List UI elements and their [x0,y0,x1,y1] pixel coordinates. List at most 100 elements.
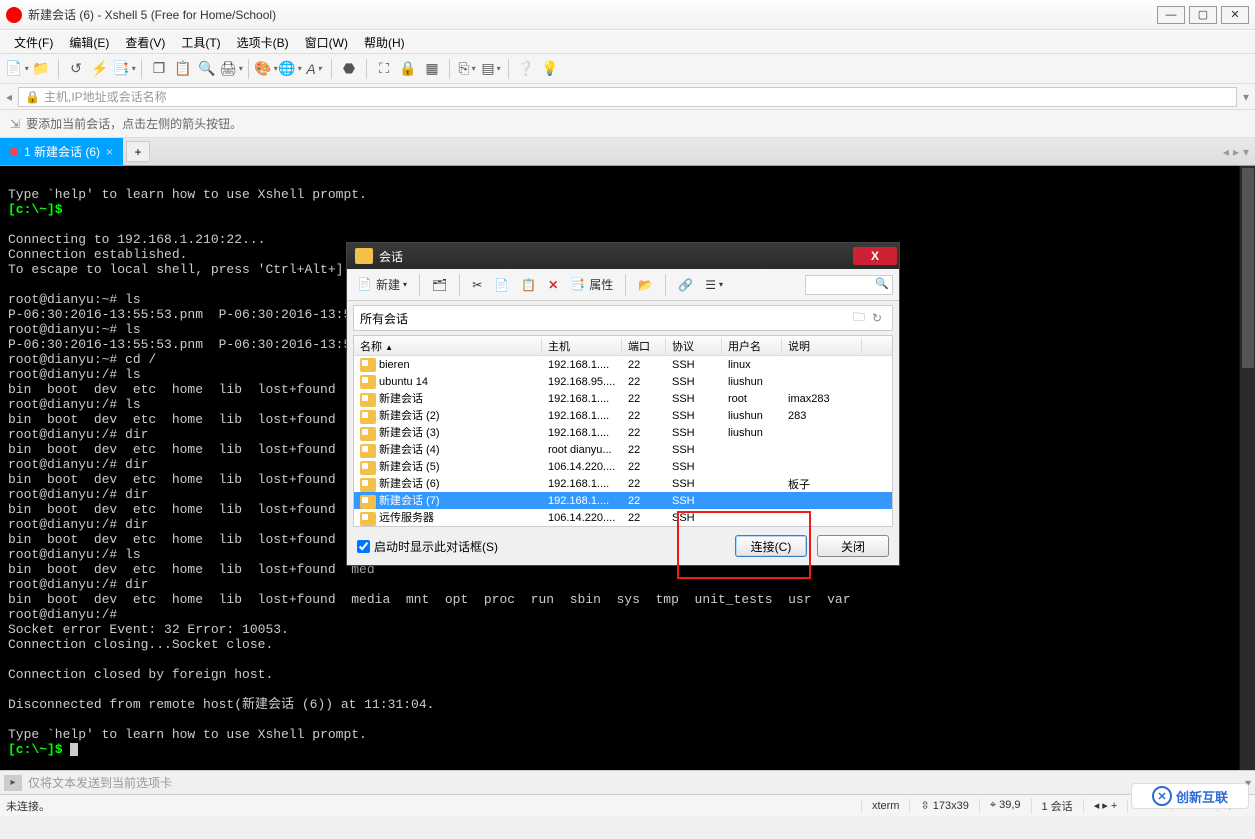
tab-strip: 1 新建会话 (6) × + ◂ ▸ ▾ [0,138,1255,166]
font-icon[interactable]: A [303,58,325,80]
status-connection: 未连接。 [6,798,50,814]
find-icon[interactable]: 🔍 [196,58,218,80]
menu-edit[interactable]: 编辑(E) [61,31,117,54]
col-host[interactable]: 主机 [542,338,622,354]
connect-button[interactable]: 连接(C) [735,535,807,557]
properties-button[interactable]: 📑属性 [566,274,617,295]
tips-icon[interactable]: 💡 [539,58,561,80]
status-nav2-icon[interactable]: ▸ [1102,800,1108,812]
browse-icon[interactable]: 🗀 [850,310,868,326]
paste-icon[interactable]: 📋 [517,276,540,294]
status-nav3-icon[interactable]: + [1111,800,1117,812]
maximize-button[interactable]: ▢ [1189,6,1217,24]
terminal-scrollbar[interactable] [1239,166,1255,770]
props-icon: 📑 [570,277,586,293]
print-icon[interactable]: 🖨 [220,58,242,80]
shortcut-icon[interactable]: 🔗 [674,276,697,294]
paste-icon[interactable]: 📋 [172,58,194,80]
dialog-title: 会话 [379,248,853,265]
sessions-list: 名称 ▲ 主机 端口 协议 用户名 说明 bieren192.168.1....… [353,335,893,527]
menu-help[interactable]: 帮助(H) [356,31,413,54]
menu-window[interactable]: 窗口(W) [297,31,356,54]
tab-left-icon[interactable]: ◂ [1223,145,1229,159]
session-row[interactable]: bieren192.168.1....22SSHlinux [354,356,892,373]
window-titlebar: 新建会话 (6) - Xshell 5 (Free for Home/Schoo… [0,0,1255,30]
menu-tabs[interactable]: 选项卡(B) [229,31,297,54]
script-icon[interactable]: ⬣ [338,58,360,80]
menu-file[interactable]: 文件(F) [6,31,61,54]
session-row[interactable]: 新建会话 (6)192.168.1....22SSH板子 [354,475,892,492]
show-on-start-checkbox[interactable]: 启动时显示此对话框(S) [357,538,498,555]
tab-right-icon[interactable]: ▸ [1233,145,1239,159]
session-row[interactable]: ubuntu 14192.168.95....22SSHliushun [354,373,892,390]
col-name[interactable]: 名称 ▲ [354,338,542,354]
encoding-icon[interactable]: 🌐 [279,58,301,80]
col-proto[interactable]: 协议 [666,338,722,354]
cmd-target-icon[interactable]: ▸ [4,775,22,791]
session-row[interactable]: 新建会话192.168.1....22SSHrootimax283 [354,390,892,407]
copy-icon[interactable]: 📄 [490,276,513,294]
session-row[interactable]: 新建会话 (7)192.168.1....22SSH [354,492,892,509]
transfer-icon[interactable]: ⎘ [456,58,478,80]
transparent-icon[interactable]: ▦ [421,58,443,80]
list-header[interactable]: 名称 ▲ 主机 端口 协议 用户名 说明 [354,336,892,356]
session-row[interactable]: 新建会话 (4)root dianyu...22SSH [354,441,892,458]
tab-session-6[interactable]: 1 新建会话 (6) × [0,138,123,165]
new-session-icon[interactable]: 📄 [6,58,28,80]
session-props-icon[interactable]: 📑 [113,58,135,80]
address-bar: ◂ 🔒 主机,IP地址或会话名称 ▾ [0,84,1255,110]
session-row[interactable]: 新建会话 (3)192.168.1....22SSHliushun [354,424,892,441]
cut-icon[interactable]: ✂ [468,276,486,294]
session-icon [360,393,376,407]
dialog-toolbar: 📄新建▾ 🗂 ✂ 📄 📋 ✕ 📑属性 📂 🔗 ☰▾ [347,269,899,301]
lock-small-icon: 🔒 [25,90,40,104]
tab-close-icon[interactable]: × [106,145,113,159]
addr-arrow-icon[interactable]: ◂ [6,90,12,104]
refresh-icon[interactable]: ↻ [868,310,886,326]
command-bar[interactable]: ▸ 仅将文本发送到当前选项卡 ▾ [0,770,1255,794]
dialog-titlebar[interactable]: 会话 X [347,243,899,269]
col-desc[interactable]: 说明 [782,338,862,354]
addr-dropdown-icon[interactable]: ▾ [1243,90,1249,104]
status-nav1-icon[interactable]: ◂ [1094,800,1100,812]
session-row[interactable]: 新建会话 (5)106.14.220....22SSH [354,458,892,475]
app-icon [6,7,22,23]
close-button[interactable]: ✕ [1221,6,1249,24]
help-icon[interactable]: ❔ [515,58,537,80]
view-mode-icon[interactable]: ☰▾ [701,276,727,294]
tab-label: 1 新建会话 (6) [24,143,100,160]
session-icon [360,495,376,509]
disconnect-icon[interactable]: ⚡ [89,58,111,80]
close-button[interactable]: 关闭 [817,535,889,557]
menu-view[interactable]: 查看(V) [117,31,173,54]
menubar: 文件(F) 编辑(E) 查看(V) 工具(T) 选项卡(B) 窗口(W) 帮助(… [0,30,1255,54]
dialog-search-input[interactable] [805,275,893,295]
status-term: xterm [861,800,910,812]
dialog-close-button[interactable]: X [853,247,897,265]
copy-icon[interactable]: ❐ [148,58,170,80]
show-on-start-input[interactable] [357,540,370,553]
color-scheme-icon[interactable]: 🎨 [255,58,277,80]
col-user[interactable]: 用户名 [722,338,782,354]
folder-tree-icon[interactable]: 🗂 [428,276,451,294]
session-row[interactable]: 新建会话 (2)192.168.1....22SSHliushun283 [354,407,892,424]
new-button[interactable]: 📄新建▾ [353,274,411,295]
dialog-path[interactable]: 所有会话 🗀 ↻ [353,305,893,331]
add-tab-button[interactable]: + [126,141,150,162]
menu-tools[interactable]: 工具(T) [173,31,228,54]
tab-menu-icon[interactable]: ▾ [1243,145,1249,159]
delete-icon[interactable]: ✕ [544,276,562,294]
col-port[interactable]: 端口 [622,338,666,354]
window-title: 新建会话 (6) - Xshell 5 (Free for Home/Schoo… [28,6,1157,23]
address-input[interactable]: 🔒 主机,IP地址或会话名称 [18,87,1237,107]
open-folder-icon[interactable]: 📂 [634,276,657,294]
reconnect-icon[interactable]: ↺ [65,58,87,80]
lock-icon[interactable]: 🔒 [397,58,419,80]
session-icon [360,427,376,441]
fullscreen-icon[interactable]: ⛶ [373,58,395,80]
open-icon[interactable]: 📁 [30,58,52,80]
session-row[interactable]: 远传服务器106.14.220....22SSH [354,509,892,526]
minimize-button[interactable]: — [1157,6,1185,24]
session-icon [360,375,376,389]
layout-icon[interactable]: ▤ [480,58,502,80]
